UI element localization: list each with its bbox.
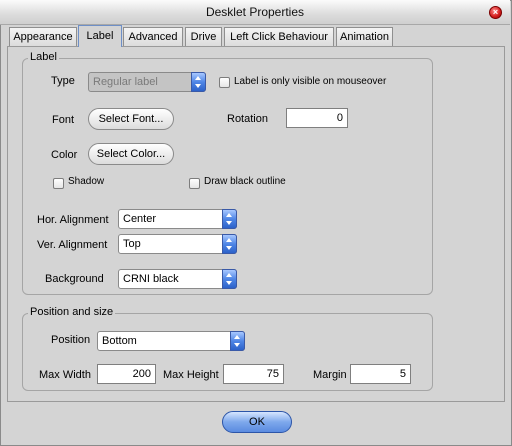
tab-label[interactable]: Label (78, 25, 122, 47)
tab-left-click-behaviour[interactable]: Left Click Behaviour (224, 27, 334, 46)
position-select[interactable]: Bottom (97, 331, 245, 351)
type-label: Type (51, 75, 75, 87)
tab-drive[interactable]: Drive (185, 27, 222, 46)
mouseover-checkbox[interactable] (219, 77, 230, 88)
shadow-checkbox-label: Shadow (68, 176, 105, 187)
ver-alignment-value: Top (123, 238, 141, 250)
max-height-label: Max Height (163, 369, 219, 381)
dropdown-arrow-icon (230, 331, 245, 351)
hor-alignment-label: Hor. Alignment (37, 214, 109, 226)
outline-checkbox-label: Draw black outline (204, 176, 286, 187)
select-color-button[interactable]: Select Color... (88, 143, 174, 165)
rotation-label: Rotation (227, 113, 268, 125)
dropdown-arrow-icon (191, 72, 206, 92)
max-width-input[interactable]: 200 (97, 364, 156, 384)
tab-appearance[interactable]: Appearance (9, 27, 77, 46)
dropdown-arrow-icon (222, 269, 237, 289)
ver-alignment-label: Ver. Alignment (37, 239, 108, 251)
tab-advanced[interactable]: Advanced (123, 27, 183, 46)
color-label: Color (51, 149, 78, 161)
mouseover-checkbox-label: Label is only visible on mouseover (234, 76, 387, 87)
ok-button[interactable]: OK (222, 411, 292, 433)
outline-checkbox[interactable] (189, 178, 200, 189)
dropdown-arrow-icon (222, 234, 237, 254)
background-select[interactable]: CRNI black (118, 269, 237, 289)
max-width-label: Max Width (39, 369, 91, 381)
font-label: Font (52, 114, 75, 126)
margin-input[interactable]: 5 (350, 364, 411, 384)
max-height-input[interactable]: 75 (223, 364, 284, 384)
position-size-group-title: Position and size (28, 306, 116, 318)
ver-alignment-select[interactable]: Top (118, 234, 237, 254)
type-select-value: Regular label (93, 76, 158, 88)
background-label: Background (45, 273, 104, 285)
tab-animation[interactable]: Animation (336, 27, 393, 46)
close-icon[interactable]: × (489, 6, 502, 19)
window-title: Desklet Properties (205, 5, 305, 19)
hor-alignment-value: Center (123, 213, 157, 225)
margin-label: Margin (313, 369, 347, 381)
position-value: Bottom (102, 335, 137, 347)
shadow-checkbox[interactable] (53, 178, 64, 189)
select-font-button[interactable]: Select Font... (88, 108, 174, 130)
label-group-title: Label (28, 51, 59, 63)
background-value: CRNI black (123, 273, 179, 285)
position-label: Position (51, 334, 91, 346)
hor-alignment-select[interactable]: Center (118, 209, 237, 229)
rotation-input[interactable]: 0 (286, 108, 348, 128)
dropdown-arrow-icon (222, 209, 237, 229)
type-select[interactable]: Regular label (88, 72, 206, 92)
